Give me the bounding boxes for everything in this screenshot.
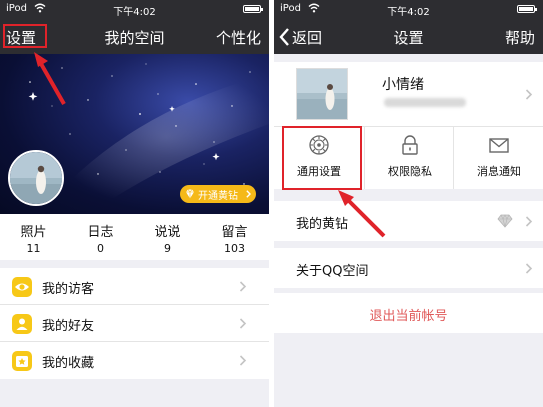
avatar — [296, 68, 348, 120]
personalize-button[interactable]: 个性化 — [216, 27, 261, 48]
list-item-label: 我的收藏 — [42, 356, 95, 371]
logout-label: 退出当前帐号 — [369, 309, 448, 324]
battery-icon — [517, 5, 537, 13]
row-label: 关于QQ空间 — [296, 264, 369, 279]
settings-highlight-box — [3, 24, 47, 48]
open-yellow-diamond-button[interactable]: 开通黄钻 — [180, 185, 256, 203]
status-bar: iPod 下午4:02 — [0, 0, 269, 18]
stat-value: 9 — [164, 242, 171, 255]
stat-value: 103 — [224, 242, 245, 255]
vip-button-label: 开通黄钻 — [198, 191, 238, 202]
status-time: 下午4:02 — [113, 7, 156, 18]
user-id-blurred — [384, 98, 466, 107]
chevron-right-icon — [525, 216, 533, 227]
list-item-favorites[interactable]: 我的收藏 — [0, 342, 269, 379]
stat-label: 照片 — [20, 225, 47, 240]
logout-button[interactable]: 退出当前帐号 — [274, 293, 543, 333]
stat-label: 说说 — [154, 225, 181, 240]
red-arrow-annotation — [34, 52, 66, 105]
red-arrow-annotation — [338, 190, 386, 238]
list-item-friends[interactable]: 我的好友 — [0, 305, 269, 342]
avatar-image — [297, 69, 347, 119]
profile-row[interactable]: 小情绪 — [274, 62, 543, 127]
eye-icon — [12, 277, 32, 297]
yellow-diamond-row[interactable]: 我的黄钻 — [274, 201, 543, 241]
stat-label: 留言 — [221, 225, 248, 240]
privacy-settings-button[interactable]: 权限隐私 — [364, 127, 454, 189]
chevron-right-icon — [239, 318, 247, 329]
notification-settings-button[interactable]: 消息通知 — [454, 127, 543, 189]
stat-messages[interactable]: 留言 103 — [201, 221, 268, 255]
help-button[interactable]: 帮助 — [505, 27, 535, 48]
nav-bar: 返回 设置 帮助 — [274, 18, 543, 54]
list-item-label: 我的好友 — [42, 319, 95, 334]
grid-label: 消息通知 — [477, 165, 521, 178]
stat-posts[interactable]: 说说 9 — [134, 221, 201, 255]
battery-icon — [243, 5, 263, 13]
stat-label: 日志 — [87, 225, 114, 240]
friend-icon — [12, 314, 32, 334]
settings-screen: iPod 下午4:02 返回 设置 帮助 小情绪 通用设置 权限隐私 消息通知 … — [274, 0, 543, 407]
list-item-visitors[interactable]: 我的访客 — [0, 268, 269, 305]
status-time: 下午4:02 — [387, 7, 430, 18]
diamond-icon — [497, 214, 513, 228]
star-icon — [12, 351, 32, 371]
status-bar: iPod 下午4:02 — [274, 0, 543, 18]
stat-photos[interactable]: 照片 11 — [0, 221, 67, 255]
chevron-right-icon — [525, 89, 533, 100]
menu-list: 我的访客 我的好友 我的收藏 — [0, 268, 269, 379]
user-name: 小情绪 — [382, 77, 424, 93]
about-row[interactable]: 关于QQ空间 — [274, 248, 543, 288]
stat-value: 0 — [97, 242, 104, 255]
stat-value: 11 — [26, 242, 41, 255]
stats-bar: 照片 11 日志 0 说说 9 留言 103 — [0, 214, 269, 260]
chevron-right-icon — [246, 190, 251, 198]
page-title: 设置 — [393, 29, 424, 47]
grid-label: 权限隐私 — [388, 165, 432, 178]
list-item-label: 我的访客 — [42, 282, 95, 297]
avatar[interactable] — [8, 150, 64, 206]
my-space-screen: iPod 下午4:02 设置 我的空间 个性化 开通黄钻 照片 11 日志 0 … — [0, 0, 269, 407]
lock-icon — [402, 135, 418, 155]
chevron-right-icon — [239, 355, 247, 366]
chevron-right-icon — [239, 281, 247, 292]
general-settings-highlight-box — [282, 126, 362, 190]
chevron-right-icon — [525, 263, 533, 274]
stat-blog[interactable]: 日志 0 — [67, 221, 134, 255]
diamond-icon — [186, 189, 194, 199]
mail-icon — [489, 138, 509, 153]
